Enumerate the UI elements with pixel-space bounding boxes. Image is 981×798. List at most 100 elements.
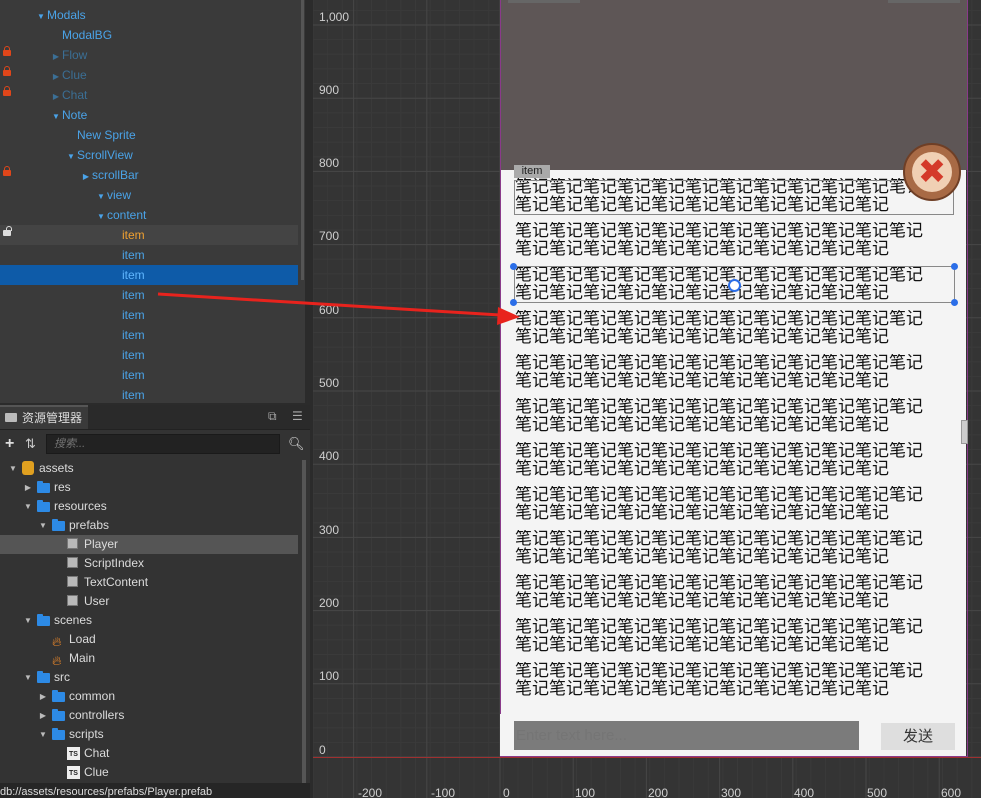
lock-icon[interactable] [3,166,11,176]
chevron-down-icon[interactable]: ▼ [38,725,48,744]
hierarchy-node-label: item [122,288,145,302]
asset-item-clue[interactable]: TS Clue [0,763,298,782]
chevron-down-icon[interactable]: ▼ [35,7,47,27]
asset-item-common[interactable]: ▶ common [0,687,298,706]
chevron-down-icon[interactable]: ▼ [50,107,62,127]
search-icon[interactable]: 🔍︎ [288,436,305,452]
hierarchy-node-new-sprite[interactable]: New Sprite [0,125,298,145]
asset-item-scriptindex[interactable]: ScriptIndex [0,554,298,573]
resize-handle[interactable] [951,299,958,306]
chevron-right-icon[interactable]: ▶ [23,478,33,497]
hierarchy-node-item[interactable]: item [0,385,298,403]
hierarchy-node-item[interactable]: item [0,325,298,345]
note-item[interactable]: 笔记笔记笔记笔记笔记笔记笔记笔记笔记笔记笔记笔记 笔记笔记笔记笔记笔记笔记笔记笔记… [515,354,960,390]
hierarchy-node-view[interactable]: ▼ view [0,185,298,205]
asset-item-user[interactable]: User [0,592,298,611]
chevron-down-icon[interactable]: ▼ [8,459,18,478]
chevron-down-icon[interactable]: ▼ [95,187,107,207]
note-item[interactable]: 笔记笔记笔记笔记笔记笔记笔记笔记笔记笔记笔记笔记 笔记笔记笔记笔记笔记笔记笔记笔记… [515,486,960,522]
hierarchy-node-item[interactable]: item [0,225,298,245]
hierarchy-node-item[interactable]: item [0,285,298,305]
asset-item-label: Chat [84,746,110,760]
tab-assets[interactable]: 资源管理器 [0,405,88,429]
note-item[interactable]: 笔记笔记笔记笔记笔记笔记笔记笔记笔记笔记笔记笔记 笔记笔记笔记笔记笔记笔记笔记笔记… [515,398,960,434]
y-tick-label: 600 [319,303,340,317]
menu-icon[interactable]: ☰ [292,409,303,423]
hierarchy-node-item[interactable]: item [0,245,298,265]
note-item[interactable]: 笔记笔记笔记笔记笔记笔记笔记笔记笔记笔记笔记笔记 笔记笔记笔记笔记笔记笔记笔记笔记… [515,662,960,698]
asset-item-prefabs[interactable]: ▼ prefabs [0,516,298,535]
lock-icon[interactable] [3,86,11,96]
asset-item-scenes[interactable]: ▼ scenes [0,611,298,630]
hierarchy-node-modalbg[interactable]: ModalBG [0,25,298,45]
hierarchy-node-scrollview[interactable]: ▼ ScrollView [0,145,298,165]
note-text-line: 笔记笔记笔记笔记笔记笔记笔记笔记笔记笔记笔记笔记 [515,398,923,417]
chevron-down-icon[interactable]: ▼ [23,497,33,516]
chevron-down-icon[interactable]: ▼ [23,668,33,687]
chevron-right-icon[interactable]: ▶ [38,687,48,706]
add-icon[interactable]: + [5,435,14,453]
asset-item-label: common [69,689,116,703]
chevron-right-icon[interactable]: ▶ [80,167,92,187]
asset-item-chat[interactable]: TS Chat [0,744,298,763]
folder-icon [37,614,50,626]
chevron-right-icon[interactable]: ▶ [50,47,62,67]
close-button[interactable]: ✖ [903,143,961,201]
anchor-point[interactable] [728,279,741,292]
maximize-icon[interactable]: ⧉ [268,409,277,424]
hierarchy-scrollbar[interactable] [301,0,304,280]
assets-toolbar: + ⇅ 🔍︎ [0,430,310,460]
asset-item-controllers[interactable]: ▶ controllers [0,706,298,725]
chevron-down-icon[interactable]: ▼ [65,147,77,167]
note-item[interactable]: 笔记笔记笔记笔记笔记笔记笔记笔记笔记笔记笔记笔记 笔记笔记笔记笔记笔记笔记笔记笔记… [515,310,960,346]
chevron-down-icon[interactable]: ▼ [38,516,48,535]
sort-icon[interactable]: ⇅ [25,436,36,452]
note-scrollbar[interactable] [961,420,968,444]
hierarchy-node-item[interactable]: item [0,305,298,325]
asset-item-resources[interactable]: ▼ resources [0,497,298,516]
hierarchy-node-clue[interactable]: ▶ Clue [0,65,298,85]
note-item[interactable]: 笔记笔记笔记笔记笔记笔记笔记笔记笔记笔记笔记笔记 笔记笔记笔记笔记笔记笔记笔记笔记… [515,618,960,654]
chevron-down-icon[interactable]: ▼ [95,207,107,227]
hierarchy-node-modals[interactable]: ▼ Modals [0,5,298,25]
asset-item-main[interactable]: 🔥︎ Main [0,649,298,668]
asset-item-textcontent[interactable]: TextContent [0,573,298,592]
note-item[interactable]: 笔记笔记笔记笔记笔记笔记笔记笔记笔记笔记笔记笔记 笔记笔记笔记笔记笔记笔记笔记笔记… [515,442,960,478]
asset-item-scripts[interactable]: ▼ scripts [0,725,298,744]
hierarchy-node-note[interactable]: ▼ Note [0,105,298,125]
lock-icon[interactable] [3,66,11,76]
note-text-line: 笔记笔记笔记笔记笔记笔记笔记笔记笔记笔记笔记笔记 [515,530,923,549]
note-item[interactable]: 笔记笔记笔记笔记笔记笔记笔记笔记笔记笔记笔记笔记 笔记笔记笔记笔记笔记笔记笔记笔记… [515,222,960,258]
chevron-right-icon[interactable]: ▶ [38,706,48,725]
asset-item-res[interactable]: ▶ res [0,478,298,497]
chevron-down-icon[interactable]: ▼ [23,611,33,630]
unlock-icon[interactable] [3,226,12,236]
chevron-right-icon[interactable]: ▶ [50,67,62,87]
resize-handle[interactable] [510,299,517,306]
resize-handle[interactable] [510,263,517,270]
asset-item-assets[interactable]: ▼ assets [0,459,298,478]
chevron-right-icon[interactable]: ▶ [50,87,62,107]
assets-scrollbar[interactable] [302,460,306,785]
hierarchy-node-content[interactable]: ▼ content [0,205,298,225]
send-button[interactable]: 发送 [881,723,955,750]
hierarchy-node-scrollbar[interactable]: ▶ scrollBar [0,165,298,185]
hierarchy-node-item[interactable]: item [0,345,298,365]
note-text-line: 笔记笔记笔记笔记笔记笔记笔记笔记笔记笔记笔记笔记 [515,310,923,329]
asset-item-load[interactable]: 🔥︎ Load [0,630,298,649]
hierarchy-node-item[interactable]: item [0,265,298,285]
search-input[interactable] [46,434,280,454]
asset-item-src[interactable]: ▼ src [0,668,298,687]
hierarchy-node-item[interactable]: item [0,365,298,385]
note-item[interactable]: 笔记笔记笔记笔记笔记笔记笔记笔记笔记笔记笔记笔记 笔记笔记笔记笔记笔记笔记笔记笔记… [515,530,960,566]
asset-item-label: resources [54,499,107,513]
lock-icon[interactable] [3,46,11,56]
folder-icon [5,413,17,422]
hierarchy-node-label: Clue [62,68,87,82]
note-item[interactable]: 笔记笔记笔记笔记笔记笔记笔记笔记笔记笔记笔记笔记 笔记笔记笔记笔记笔记笔记笔记笔记… [515,574,960,610]
hierarchy-node-flow[interactable]: ▶ Flow [0,45,298,65]
chat-text-input[interactable] [514,721,859,750]
hierarchy-node-chat[interactable]: ▶ Chat [0,85,298,105]
asset-item-player[interactable]: Player [0,535,298,554]
resize-handle[interactable] [951,263,958,270]
